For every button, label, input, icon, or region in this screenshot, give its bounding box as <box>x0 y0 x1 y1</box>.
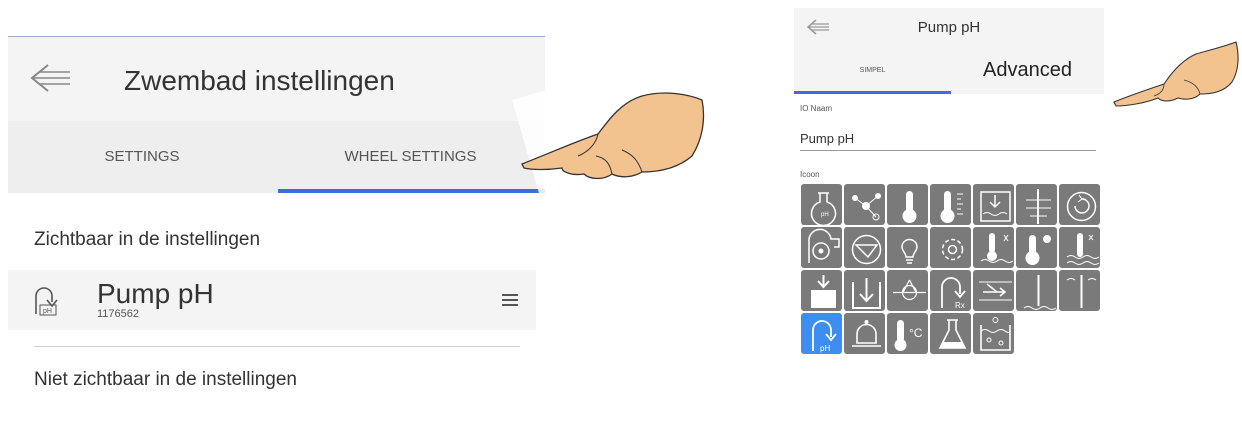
probe-in-water-icon-option[interactable] <box>1059 227 1100 268</box>
thermometer-celsius-icon-text: °C <box>909 326 923 340</box>
thermometer-icon-option[interactable] <box>887 184 928 225</box>
rx-pump-icon: Rx <box>941 277 966 310</box>
flask-ph-icon: pH <box>810 192 837 227</box>
app-header: Zwembad instellingen <box>8 37 545 121</box>
ph-pump-icon-text: pH <box>820 344 830 353</box>
gear-icon <box>941 238 964 261</box>
pointing-hand-icon-small <box>1113 41 1239 107</box>
tab-bar: SETTINGS WHEEL SETTINGS <box>8 121 545 193</box>
flow-switch-icon <box>979 281 1012 301</box>
pool-icon-option[interactable] <box>973 313 1014 354</box>
thermometer-celsius-icon-option[interactable]: °C <box>887 313 928 354</box>
section-divider <box>34 346 520 347</box>
drain-down-icon <box>852 278 881 309</box>
water-level-down-icon-option[interactable] <box>973 184 1014 225</box>
tab-simpel[interactable]: SIMPEL <box>794 48 951 94</box>
lightbulb-icon-option[interactable] <box>887 227 928 268</box>
io-name-label: IO Naam <box>800 104 833 113</box>
page-title: Zwembad instellingen <box>124 65 395 96</box>
probe-in-water-icon <box>1066 233 1100 265</box>
solar-thermometer-icon <box>1025 235 1051 265</box>
valve-icon-option[interactable] <box>844 227 885 268</box>
rx-pump-icon-option[interactable]: Rx <box>930 270 971 311</box>
item-title: Pump pH <box>97 278 214 309</box>
water-heater-icon-option[interactable] <box>973 227 1014 268</box>
thermometer-scale-icon <box>940 191 963 223</box>
blower-icon <box>808 228 840 263</box>
detail-header: Pump pH <box>794 8 1104 48</box>
circulation-icon <box>1066 191 1097 222</box>
heat-pump-icon <box>893 279 926 301</box>
tab-settings[interactable]: SETTINGS <box>8 121 276 193</box>
ph-pump-icon-text: pH <box>43 308 52 315</box>
level-sensor-icon-option[interactable] <box>1016 270 1057 311</box>
gear-icon-option[interactable] <box>930 227 971 268</box>
rx-pump-icon-text: Rx <box>955 301 965 310</box>
flask-ph-icon-option[interactable]: pH <box>801 184 842 227</box>
level-probe-icon-option[interactable] <box>1016 184 1057 225</box>
solar-thermometer-icon-option[interactable] <box>1016 227 1057 268</box>
lab-flask-icon-option[interactable] <box>930 313 971 354</box>
valve-icon <box>851 234 882 265</box>
visible-section-heading: Zichtbaar in de instellingen <box>34 229 261 250</box>
back-arrow-icon[interactable] <box>28 61 72 95</box>
molecule-icon <box>852 193 881 221</box>
thermometer-scale-icon-option[interactable] <box>930 184 971 225</box>
level-sensor-icon <box>1023 275 1057 310</box>
lab-flask-icon <box>938 319 967 349</box>
bell-icon-option[interactable] <box>844 313 885 354</box>
ph-pump-icon-option[interactable]: pH <box>801 313 842 354</box>
list-item-pump-ph[interactable]: pH Pump pH 1176562 <box>8 270 536 330</box>
pump-ph-detail-panel: Pump pH SIMPEL Advanced IO Naam Icoon pH… <box>794 8 1104 448</box>
detail-tab-bar: SIMPEL Advanced <box>794 48 1104 94</box>
pool-icon <box>980 317 1011 351</box>
level-probe-icon <box>1026 189 1051 224</box>
electrode-icon <box>1066 275 1097 308</box>
water-level-down-icon <box>980 191 1011 222</box>
zwembad-settings-panel: Zwembad instellingen SETTINGS WHEEL SETT… <box>8 36 545 448</box>
drain-down-icon-option[interactable] <box>844 270 885 311</box>
item-id: 1176562 <box>97 308 140 320</box>
thermometer-celsius-icon: °C <box>894 320 923 351</box>
tab-advanced[interactable]: Advanced <box>951 48 1104 94</box>
detail-title: Pump pH <box>917 19 981 36</box>
fill-down-icon-option[interactable] <box>801 270 842 311</box>
molecule-icon-option[interactable] <box>844 184 885 225</box>
flow-switch-icon-option[interactable] <box>973 270 1014 311</box>
active-tab-indicator <box>794 91 951 94</box>
icon-label: Icoon <box>800 170 820 179</box>
lightbulb-icon <box>901 238 918 264</box>
pointing-hand-icon <box>512 60 712 238</box>
flask-ph-icon-text: pH <box>821 212 829 218</box>
blower-icon-option[interactable] <box>801 227 842 268</box>
hidden-section-heading: Niet zichtbaar in de instellingen <box>34 369 297 390</box>
bell-icon <box>852 320 881 347</box>
ph-pump-icon: pH <box>812 320 837 353</box>
circulation-icon-option[interactable] <box>1059 184 1100 225</box>
fill-down-icon <box>811 275 836 308</box>
electrode-icon-option[interactable] <box>1059 270 1100 311</box>
heat-pump-icon-option[interactable] <box>887 270 928 311</box>
thermometer-icon <box>902 191 917 223</box>
water-heater-icon <box>980 233 1014 263</box>
drag-handle-icon[interactable] <box>500 287 520 313</box>
ph-pump-icon: pH <box>35 287 58 316</box>
io-name-field[interactable] <box>800 126 1096 151</box>
